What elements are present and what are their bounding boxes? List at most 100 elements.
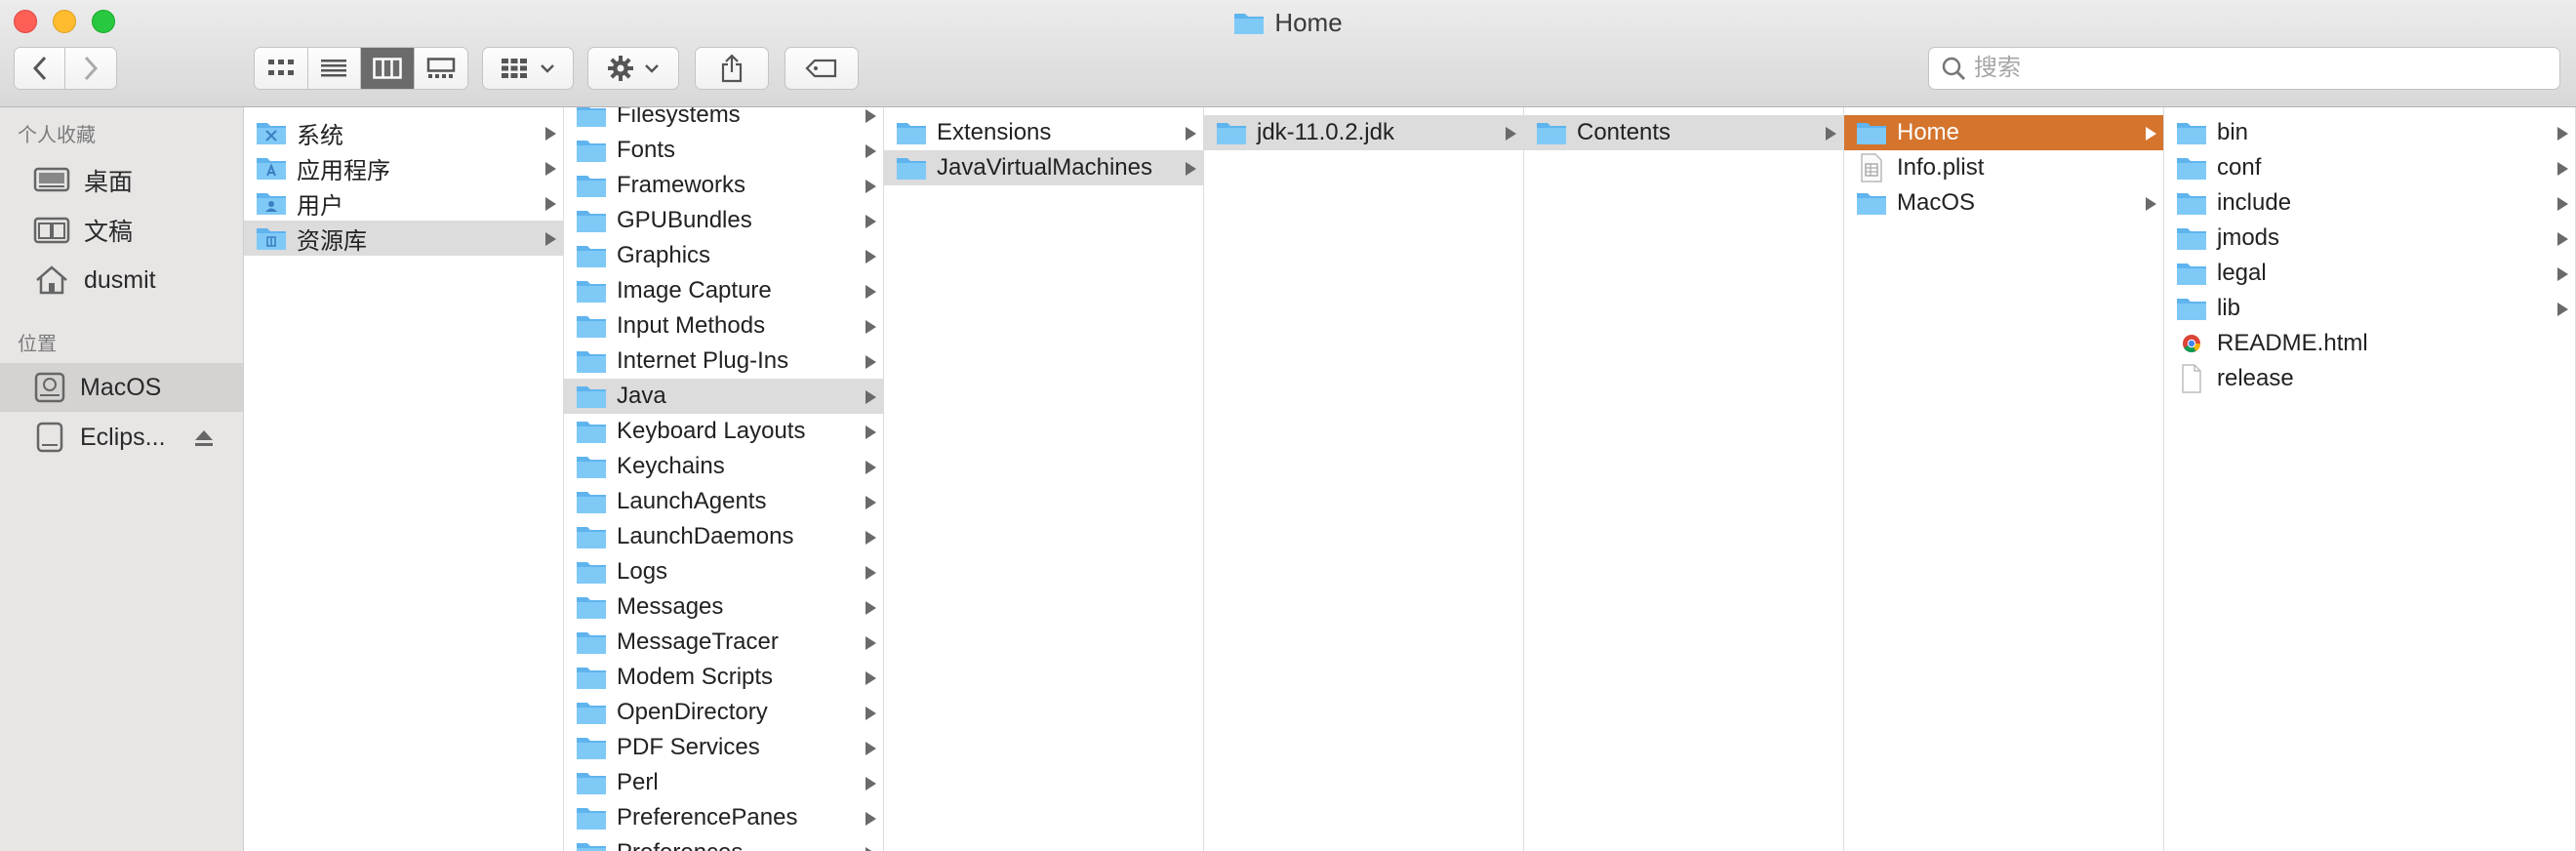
browser-column-6: Home Info.plist MacOS	[1844, 107, 2164, 851]
column-row-filesystems[interactable]: Filesystems	[564, 107, 883, 133]
column-row-lib[interactable]: lib	[2164, 291, 2575, 326]
gallery-view-button[interactable]	[414, 48, 467, 89]
column-row-pdf-services[interactable]: PDF Services	[564, 730, 883, 765]
row-icon-wrap	[896, 120, 927, 145]
column-row-perl[interactable]: Perl	[564, 765, 883, 800]
column-row-item[interactable]: 用户	[244, 185, 563, 221]
column-row-extensions[interactable]: Extensions	[884, 115, 1203, 150]
column-row-input-methods[interactable]: Input Methods	[564, 308, 883, 344]
column-row-contents[interactable]: Contents	[1524, 115, 1843, 150]
group-button[interactable]	[482, 47, 574, 90]
column-row-launchagents[interactable]: LaunchAgents	[564, 484, 883, 519]
column-view-button[interactable]	[361, 48, 415, 89]
column-row-legal[interactable]: legal	[2164, 256, 2575, 291]
disclosure-arrow-icon	[865, 180, 876, 193]
column-row-item[interactable]: 应用程序	[244, 150, 563, 185]
column-row-include[interactable]: include	[2164, 185, 2575, 221]
column-row-image-capture[interactable]: Image Capture	[564, 273, 883, 308]
column-row-gpubundles[interactable]: GPUBundles	[564, 203, 883, 238]
sidebar-item-documents[interactable]: 文稿	[0, 206, 243, 255]
column-row-logs[interactable]: Logs	[564, 554, 883, 589]
column-row-release[interactable]: release	[2164, 361, 2575, 396]
column-row-messagetracer[interactable]: MessageTracer	[564, 625, 883, 660]
row-icon-wrap	[576, 805, 607, 831]
column-row-opendirectory[interactable]: OpenDirectory	[564, 695, 883, 730]
row-label: Graphics	[617, 242, 711, 268]
column-row-home[interactable]: Home	[1844, 115, 2163, 150]
column-row-info-plist[interactable]: Info.plist	[1844, 150, 2163, 185]
icon-view-button[interactable]	[255, 48, 308, 89]
row-icon-wrap	[576, 243, 607, 268]
share-button[interactable]	[695, 47, 769, 90]
list-view-button[interactable]	[307, 48, 361, 89]
forward-button[interactable]	[65, 48, 116, 89]
column-row-readme-html[interactable]: README.html	[2164, 326, 2575, 361]
folder-icon	[577, 703, 606, 724]
column-row-graphics[interactable]: Graphics	[564, 238, 883, 273]
row-label: Info.plist	[1897, 154, 1985, 181]
back-button[interactable]	[15, 48, 66, 89]
row-label: MessageTracer	[617, 628, 779, 655]
sidebar-item-home[interactable]: dusmit	[0, 256, 243, 304]
column-row-jdk-11-0-2-jdk[interactable]: jdk-11.0.2.jdk	[1204, 115, 1523, 150]
column-row-conf[interactable]: conf	[2164, 150, 2575, 185]
folder-icon	[577, 632, 606, 654]
column-row-frameworks[interactable]: Frameworks	[564, 168, 883, 203]
row-icon-wrap	[256, 155, 287, 181]
column-row-jmods[interactable]: jmods	[2164, 221, 2575, 256]
column-row-keyboard-layouts[interactable]: Keyboard Layouts	[564, 414, 883, 449]
row-label: 系统	[297, 122, 343, 149]
browser-column-7: bin conf include jmods legal lib README.html re…	[2164, 107, 2576, 851]
column-row-preferencepanes[interactable]: PreferencePanes	[564, 800, 883, 835]
sidebar-item-eclipse[interactable]: Eclips...	[0, 413, 243, 462]
list-icon	[321, 60, 347, 77]
system-folder-icon	[257, 123, 286, 144]
disclosure-arrow-icon	[865, 250, 876, 263]
column-row-fonts[interactable]: Fonts	[564, 133, 883, 168]
column-row-javavirtualmachines[interactable]: JavaVirtualMachines	[884, 150, 1203, 185]
column-row-macos[interactable]: MacOS	[1844, 185, 2163, 221]
folder-icon	[577, 492, 606, 513]
users-folder-icon	[257, 193, 286, 215]
sidebar-item-label: Eclips...	[80, 423, 166, 451]
column-row-internet-plug-ins[interactable]: Internet Plug-Ins	[564, 344, 883, 379]
sidebar-item-macos[interactable]: MacOS	[0, 363, 243, 412]
column-row-item[interactable]: 系统	[244, 115, 563, 150]
column-row-java[interactable]: Java	[564, 379, 883, 414]
row-label: MacOS	[1897, 189, 1976, 216]
eject-icon[interactable]	[193, 428, 215, 448]
disclosure-arrow-icon	[865, 742, 876, 755]
folder-icon	[577, 141, 606, 162]
row-icon-wrap	[576, 419, 607, 444]
action-button[interactable]	[587, 47, 679, 90]
column-row-item[interactable]: 资源库	[244, 221, 563, 256]
column-row-launchdaemons[interactable]: LaunchDaemons	[564, 519, 883, 554]
row-label: jmods	[2217, 224, 2280, 251]
search-input[interactable]	[1974, 55, 2540, 82]
document-icon	[2182, 364, 2201, 393]
sidebar-item-desktop[interactable]: 桌面	[0, 156, 243, 205]
nav-buttons	[14, 47, 117, 90]
row-label: 资源库	[297, 227, 367, 255]
gear-icon	[608, 56, 633, 81]
disclosure-arrow-icon	[865, 426, 876, 439]
row-icon-wrap	[2176, 331, 2207, 356]
disclosure-arrow-icon	[865, 707, 876, 720]
column-row-keychains[interactable]: Keychains	[564, 449, 883, 484]
search-field[interactable]	[1928, 47, 2560, 90]
tag-icon	[805, 59, 837, 78]
disclosure-arrow-icon	[865, 144, 876, 158]
tags-button[interactable]	[785, 47, 859, 90]
disclosure-arrow-icon	[2557, 162, 2568, 176]
locations-header: 位置	[18, 334, 57, 355]
column-row-messages[interactable]: Messages	[564, 589, 883, 625]
row-label: Perl	[617, 769, 659, 795]
disclosure-arrow-icon	[2557, 267, 2568, 281]
row-label: Messages	[617, 593, 724, 620]
column-row-modem-scripts[interactable]: Modem Scripts	[564, 660, 883, 695]
disclosure-arrow-icon	[545, 127, 556, 141]
chevron-down-icon	[541, 64, 554, 73]
column-row-preferences[interactable]: Preferences	[564, 835, 883, 851]
folder-icon	[897, 158, 926, 180]
column-row-bin[interactable]: bin	[2164, 115, 2575, 150]
